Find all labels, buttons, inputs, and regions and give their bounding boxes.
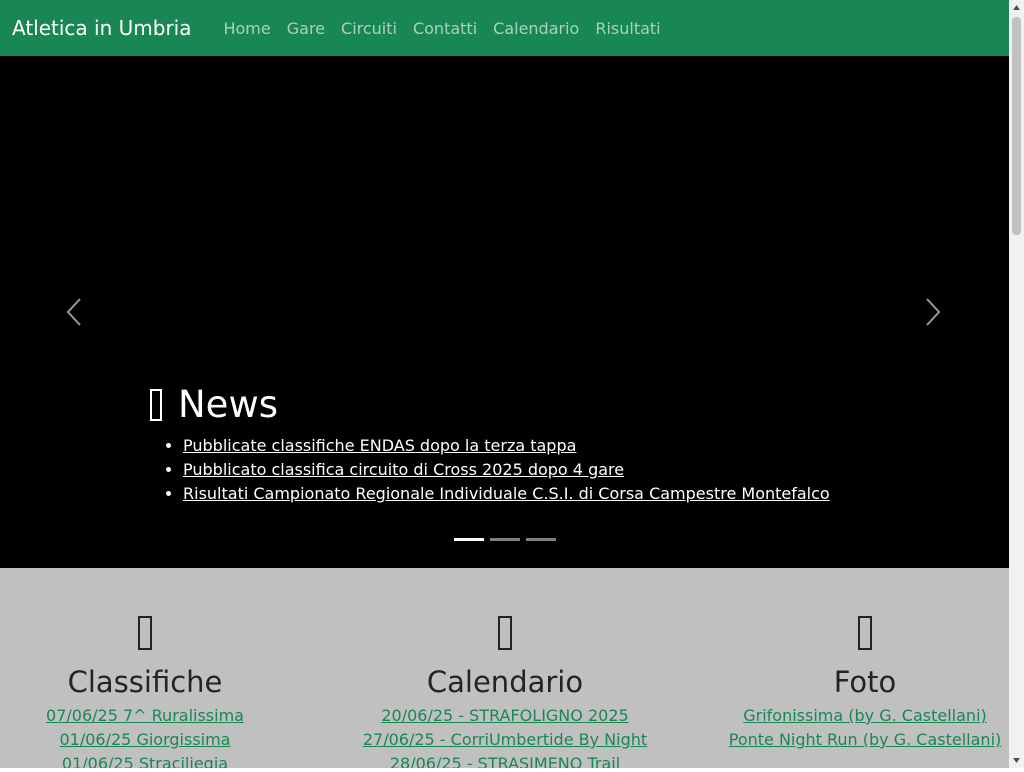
nav-item-risultati[interactable]: Risultati <box>587 19 668 38</box>
page: Atletica in Umbria Home Gare Circuiti Co… <box>0 0 1009 768</box>
carousel-indicator-2[interactable] <box>490 538 520 541</box>
carousel-prev-button[interactable] <box>56 294 96 330</box>
nav-item-calendario[interactable]: Calendario <box>485 19 587 38</box>
feature-link[interactable]: 28/06/25 - STRASIMENO Trail <box>355 752 655 768</box>
feature-link[interactable]: 20/06/25 - STRAFOLIGNO 2025 <box>355 704 655 728</box>
feature-links: 07/06/25 7^ Ruralissima 01/06/25 Giorgis… <box>0 704 295 768</box>
list-item: Pubblicato classifica circuito di Cross … <box>183 458 870 482</box>
brand-link[interactable]: Atletica in Umbria <box>12 16 191 40</box>
feature-link[interactable]: 27/06/25 - CorriUmbertide By Night <box>355 728 655 752</box>
page-scrollbar[interactable] <box>1009 0 1024 768</box>
nav-item-circuiti[interactable]: Circuiti <box>333 19 405 38</box>
feature-title: Classifiche <box>67 665 223 699</box>
list-item: Risultati Campionato Regionale Individua… <box>183 482 870 506</box>
feature-link[interactable]: 07/06/25 7^ Ruralissima <box>0 704 295 728</box>
nav-item-contatti[interactable]: Contatti <box>405 19 485 38</box>
news-title: News <box>178 383 278 426</box>
feature-link[interactable]: 01/06/25 Giorgissima <box>0 728 295 752</box>
feature-foto: Foto Grifonissima (by G. Castellani) Pon… <box>715 568 1009 752</box>
scrollbar-thumb[interactable] <box>1012 17 1021 235</box>
feature-links: Grifonissima (by G. Castellani) Ponte Ni… <box>715 704 1009 752</box>
carousel-indicators <box>454 538 556 541</box>
feature-classifiche: Classifiche 07/06/25 7^ Ruralissima 01/0… <box>0 568 295 768</box>
caret-up-icon <box>1013 5 1020 10</box>
calendar-icon <box>498 616 512 650</box>
features-section: Classifiche 07/06/25 7^ Ruralissima 01/0… <box>0 568 1009 768</box>
news-link[interactable]: Pubblicato classifica circuito di Cross … <box>183 460 624 479</box>
carousel-indicator-3[interactable] <box>526 538 556 541</box>
news-heading: News <box>150 382 870 428</box>
scroll-down-button[interactable] <box>1009 753 1024 768</box>
news-list: Pubblicate classifiche ENDAS dopo la ter… <box>150 434 870 506</box>
nav-item-home[interactable]: Home <box>215 19 278 38</box>
feature-title: Calendario <box>426 665 584 699</box>
document-icon <box>150 389 162 421</box>
carousel-caption: News Pubblicate classifiche ENDAS dopo l… <box>150 382 870 506</box>
list-item: Pubblicate classifiche ENDAS dopo la ter… <box>183 434 870 458</box>
carousel-indicator-1[interactable] <box>454 538 484 541</box>
news-carousel: News Pubblicate classifiche ENDAS dopo l… <box>0 56 1009 568</box>
nav-item-gare[interactable]: Gare <box>279 19 333 38</box>
feature-calendario: Calendario 20/06/25 - STRAFOLIGNO 2025 2… <box>355 568 655 768</box>
chevron-left-icon <box>66 298 81 326</box>
navbar: Atletica in Umbria Home Gare Circuiti Co… <box>0 0 1009 56</box>
feature-link[interactable]: Ponte Night Run (by G. Castellani) <box>715 728 1009 752</box>
news-link[interactable]: Risultati Campionato Regionale Individua… <box>183 484 830 503</box>
carousel-next-button[interactable] <box>913 294 953 330</box>
scroll-up-button[interactable] <box>1009 0 1024 15</box>
feature-title: Foto <box>833 665 897 699</box>
feature-links: 20/06/25 - STRAFOLIGNO 2025 27/06/25 - C… <box>355 704 655 768</box>
camera-icon <box>858 616 872 650</box>
document-icon <box>138 616 152 650</box>
news-link[interactable]: Pubblicate classifiche ENDAS dopo la ter… <box>183 436 576 455</box>
feature-link[interactable]: Grifonissima (by G. Castellani) <box>715 704 1009 728</box>
chevron-right-icon <box>926 298 941 326</box>
feature-link[interactable]: 01/06/25 Straciliegia <box>0 752 295 768</box>
caret-down-icon <box>1013 758 1020 763</box>
